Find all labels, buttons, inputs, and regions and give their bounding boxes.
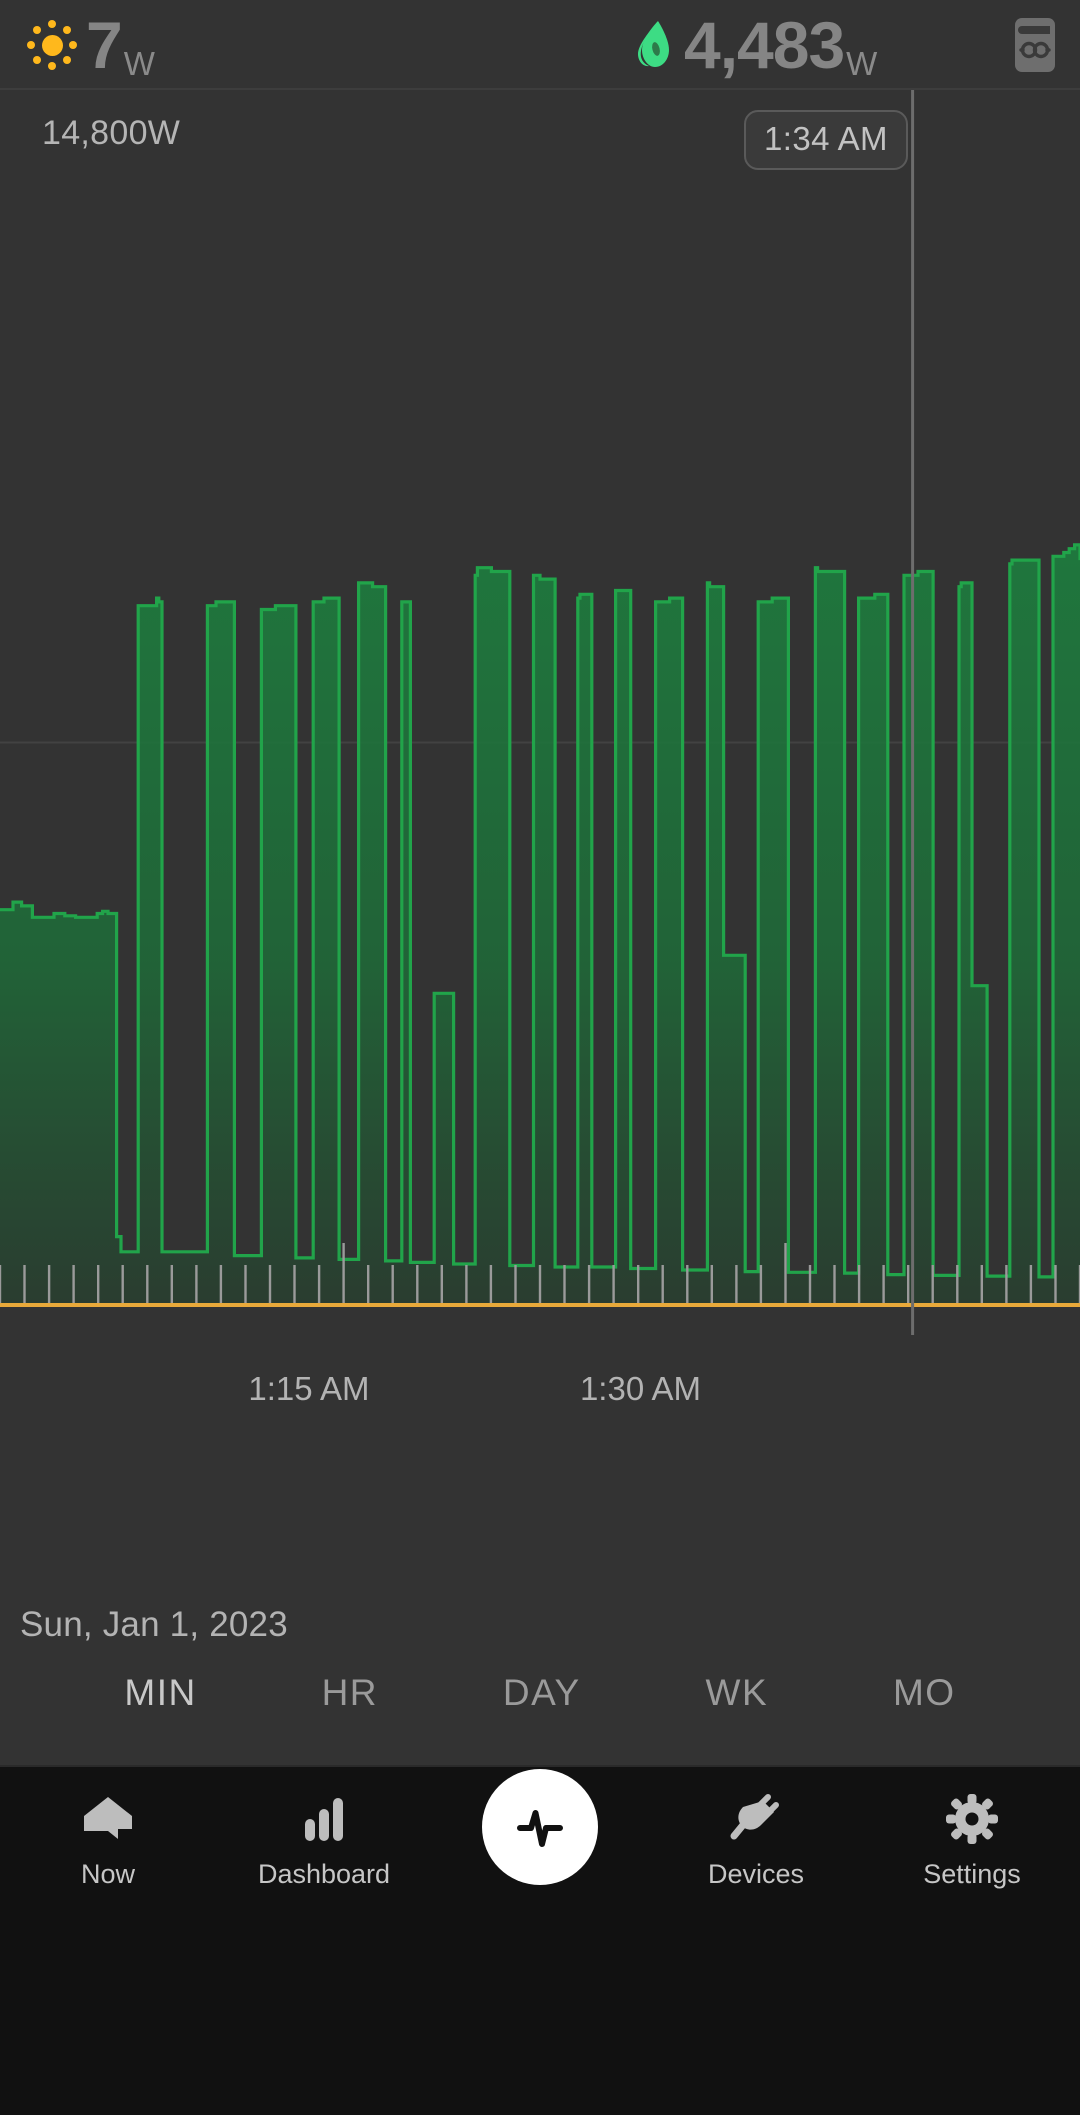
power-chart[interactable]: 14,800W 1:34 AM 1:15 AM 1:30 AM Sun, Jan …	[0, 90, 1080, 1765]
nav-item-dashboard[interactable]: Dashboard	[216, 1767, 432, 2115]
period-selector[interactable]: MIN HR DAY WK MO	[0, 1666, 1080, 1720]
nav-item-settings[interactable]: Settings	[864, 1767, 1080, 2115]
period-mo[interactable]: MO	[883, 1666, 966, 1720]
status-header: 7 W 4,483 W	[0, 0, 1080, 90]
x-axis-tick-label: 1:15 AM	[248, 1370, 370, 1407]
nav-item-devices[interactable]: Devices	[648, 1767, 864, 2115]
energy-monitor-app: 7 W 4,483 W 14,800W 1:34 AM 1:15 AM 1:30…	[0, 0, 1080, 2115]
nav-label-dashboard: Dashboard	[257, 1859, 391, 1889]
sun-icon	[26, 19, 78, 71]
solar-unit: W	[123, 45, 155, 82]
period-hr[interactable]: HR	[312, 1666, 388, 1720]
power-chart-canvas[interactable]	[0, 90, 1080, 1765]
nav-label-now: Now	[80, 1859, 135, 1889]
period-day[interactable]: DAY	[493, 1666, 591, 1720]
y-axis-max-label: 14,800W	[42, 114, 181, 152]
home-icon	[84, 1797, 132, 1839]
period-wk[interactable]: WK	[696, 1666, 779, 1720]
bar-chart-icon	[305, 1798, 343, 1841]
utility-meter-button[interactable]	[1008, 0, 1062, 90]
chart-date-label: Sun, Jan 1, 2023	[20, 1605, 288, 1644]
nav-label-settings: Settings	[923, 1859, 1021, 1889]
gear-icon	[946, 1794, 998, 1844]
plug-icon	[638, 21, 669, 67]
live-power-fab[interactable]	[482, 1769, 598, 1885]
grid-unit: W	[846, 45, 878, 82]
grid-value: 4,483	[684, 8, 845, 82]
cursor-time-badge: 1:34 AM	[744, 110, 908, 170]
solar-production-readout[interactable]: 7 W	[26, 0, 155, 90]
bottom-navigation: Now Dashboard Devices Settings	[0, 1765, 1080, 2115]
x-axis-tick-label: 1:30 AM	[579, 1370, 702, 1407]
grid-consumption-readout[interactable]: 4,483 W	[628, 0, 877, 90]
plug-icon	[730, 1794, 779, 1840]
period-min[interactable]: MIN	[114, 1666, 206, 1720]
pulse-icon	[517, 1810, 563, 1847]
utility-meter-icon	[1015, 18, 1055, 72]
nav-item-now[interactable]: Now	[0, 1767, 216, 2115]
nav-label-devices: Devices	[707, 1859, 805, 1889]
solar-value: 7	[86, 8, 123, 82]
